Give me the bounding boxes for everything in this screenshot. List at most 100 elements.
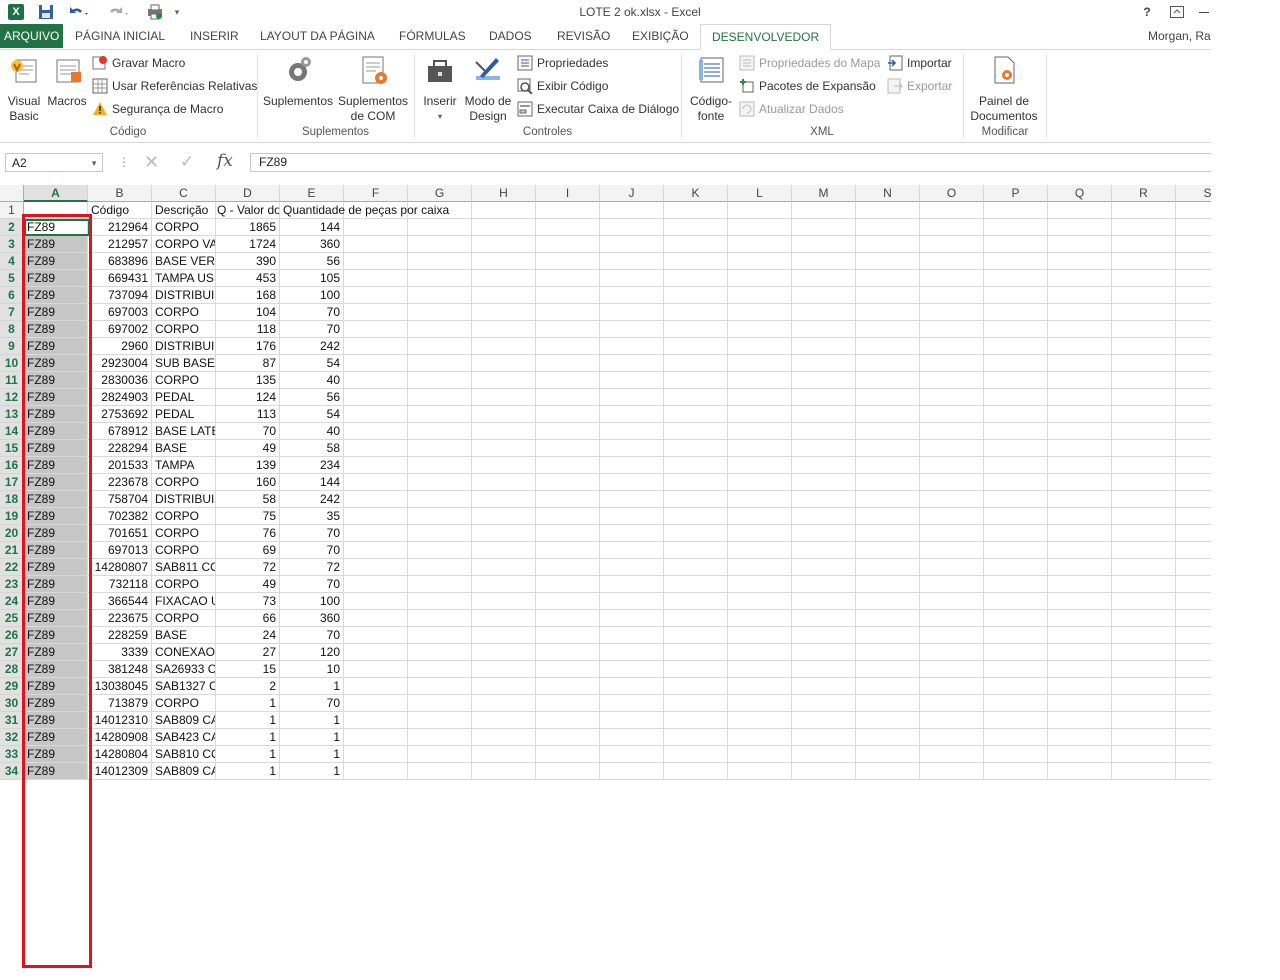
cell-e31[interactable]: 1 [280, 712, 344, 729]
cell-m10[interactable] [792, 355, 856, 372]
cell-e24[interactable]: 100 [280, 593, 344, 610]
cell-d3[interactable]: 1724 [216, 236, 280, 253]
cell-a3[interactable]: FZ89 [24, 236, 88, 253]
cell-d22[interactable]: 72 [216, 559, 280, 576]
cell-b18[interactable]: 758704 [88, 491, 152, 508]
cell-b29[interactable]: 13038045 [88, 678, 152, 695]
cell-r21[interactable] [1112, 542, 1176, 559]
cell-o6[interactable] [920, 287, 984, 304]
cell-c8[interactable]: CORPO [152, 321, 216, 338]
cell-p2[interactable] [984, 219, 1048, 236]
cell-b24[interactable]: 366544 [88, 593, 152, 610]
cell-d34[interactable]: 1 [216, 763, 280, 780]
cell-o12[interactable] [920, 389, 984, 406]
cell-g2[interactable] [408, 219, 472, 236]
cell-s6[interactable] [1176, 287, 1211, 304]
cell-k21[interactable] [664, 542, 728, 559]
suplementos-button[interactable]: Suplementos [262, 54, 334, 109]
cell-i21[interactable] [536, 542, 600, 559]
cell-k23[interactable] [664, 576, 728, 593]
row-header-24[interactable]: 24 [0, 593, 24, 610]
cell-c5[interactable]: TAMPA US.C [152, 270, 216, 287]
cell-s12[interactable] [1176, 389, 1211, 406]
cell-q18[interactable] [1048, 491, 1112, 508]
cell-s16[interactable] [1176, 457, 1211, 474]
cell-p25[interactable] [984, 610, 1048, 627]
cell-l2[interactable] [728, 219, 792, 236]
cell-s25[interactable] [1176, 610, 1211, 627]
cell-e12[interactable]: 56 [280, 389, 344, 406]
cell-o23[interactable] [920, 576, 984, 593]
ribbon-display-options-icon[interactable] [1168, 3, 1186, 21]
cell-e5[interactable]: 105 [280, 270, 344, 287]
cell-n20[interactable] [856, 525, 920, 542]
cell-a1[interactable] [24, 202, 88, 219]
cell-e27[interactable]: 120 [280, 644, 344, 661]
cell-p1[interactable] [984, 202, 1048, 219]
tab-desenvolvedor[interactable]: DESENVOLVEDOR [700, 24, 832, 50]
cell-b26[interactable]: 228259 [88, 627, 152, 644]
cell-i4[interactable] [536, 253, 600, 270]
column-header-o[interactable]: O [920, 185, 984, 202]
cell-h11[interactable] [472, 372, 536, 389]
cell-l7[interactable] [728, 304, 792, 321]
cell-l5[interactable] [728, 270, 792, 287]
cell-o17[interactable] [920, 474, 984, 491]
cell-s21[interactable] [1176, 542, 1211, 559]
cell-n6[interactable] [856, 287, 920, 304]
cell-h10[interactable] [472, 355, 536, 372]
macros-button[interactable]: Macros [46, 54, 88, 109]
design-mode-button[interactable]: Modo de Design [462, 54, 514, 124]
cell-p29[interactable] [984, 678, 1048, 695]
cell-a7[interactable]: FZ89 [24, 304, 88, 321]
cell-h6[interactable] [472, 287, 536, 304]
cell-j1[interactable] [600, 202, 664, 219]
cell-c19[interactable]: CORPO [152, 508, 216, 525]
cell-k17[interactable] [664, 474, 728, 491]
tab-exibicao[interactable]: EXIBIÇÃO [632, 24, 689, 48]
cell-b10[interactable]: 2923004 [88, 355, 152, 372]
cell-b15[interactable]: 228294 [88, 440, 152, 457]
cell-l14[interactable] [728, 423, 792, 440]
cell-p33[interactable] [984, 746, 1048, 763]
cell-o2[interactable] [920, 219, 984, 236]
cell-q4[interactable] [1048, 253, 1112, 270]
cell-g32[interactable] [408, 729, 472, 746]
cell-e26[interactable]: 70 [280, 627, 344, 644]
cell-l6[interactable] [728, 287, 792, 304]
cell-g15[interactable] [408, 440, 472, 457]
cell-q26[interactable] [1048, 627, 1112, 644]
cell-b22[interactable]: 14280807 [88, 559, 152, 576]
cell-i31[interactable] [536, 712, 600, 729]
cell-h12[interactable] [472, 389, 536, 406]
column-header-d[interactable]: D [216, 185, 280, 202]
cell-r19[interactable] [1112, 508, 1176, 525]
cell-k4[interactable] [664, 253, 728, 270]
cell-f31[interactable] [344, 712, 408, 729]
cell-f10[interactable] [344, 355, 408, 372]
cell-d27[interactable]: 27 [216, 644, 280, 661]
cell-k5[interactable] [664, 270, 728, 287]
cell-f14[interactable] [344, 423, 408, 440]
refresh-data-button[interactable]: Atualizar Dados [739, 99, 844, 119]
cell-r7[interactable] [1112, 304, 1176, 321]
cell-a18[interactable]: FZ89 [24, 491, 88, 508]
cell-l21[interactable] [728, 542, 792, 559]
cell-c7[interactable]: CORPO [152, 304, 216, 321]
cell-n1[interactable] [856, 202, 920, 219]
cell-p27[interactable] [984, 644, 1048, 661]
cell-s34[interactable] [1176, 763, 1211, 780]
cell-h14[interactable] [472, 423, 536, 440]
cell-j10[interactable] [600, 355, 664, 372]
cell-c21[interactable]: CORPO [152, 542, 216, 559]
cell-l22[interactable] [728, 559, 792, 576]
cell-h17[interactable] [472, 474, 536, 491]
cell-f4[interactable] [344, 253, 408, 270]
cell-e13[interactable]: 54 [280, 406, 344, 423]
view-code-button[interactable]: Exibir Código [517, 76, 608, 96]
row-header-10[interactable]: 10 [0, 355, 24, 372]
cell-c33[interactable]: SAB810 CO [152, 746, 216, 763]
cell-a11[interactable]: FZ89 [24, 372, 88, 389]
cell-p13[interactable] [984, 406, 1048, 423]
cell-n8[interactable] [856, 321, 920, 338]
